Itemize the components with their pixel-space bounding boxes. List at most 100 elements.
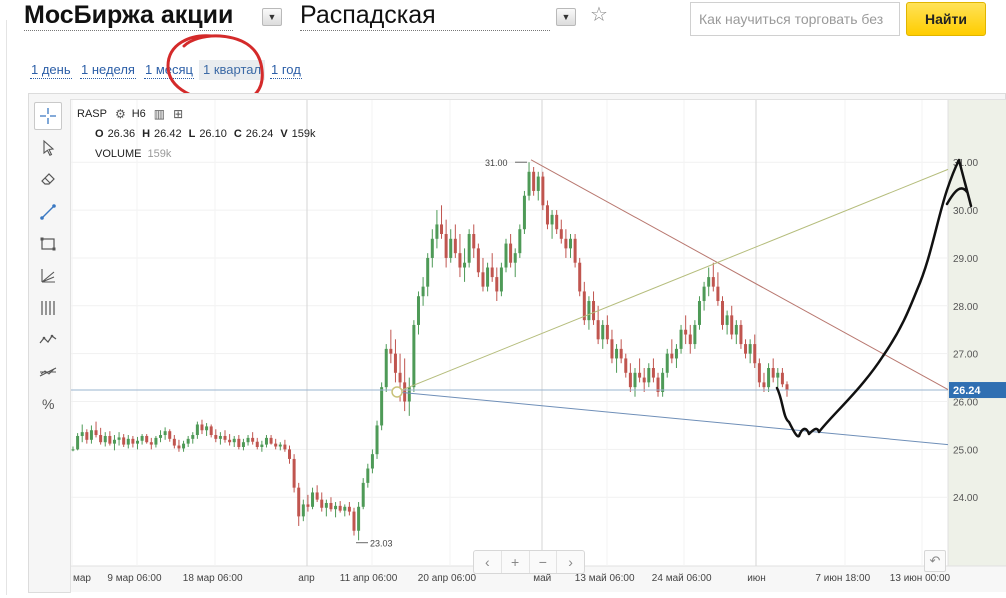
pointer-tool[interactable]: [34, 134, 62, 162]
candle-body: [481, 272, 485, 287]
ticker-label: RASP: [77, 108, 107, 120]
candle-body: [785, 384, 789, 391]
channel-tool[interactable]: [34, 358, 62, 386]
ohlc-volume-key: V: [280, 128, 288, 140]
candle-body: [154, 437, 158, 445]
candle-body: [495, 277, 499, 292]
candle-body: [702, 286, 706, 302]
candle-body: [463, 262, 467, 268]
zoom-in-button[interactable]: +: [502, 551, 530, 573]
candle-body: [195, 424, 199, 436]
candle-body: [260, 444, 264, 447]
zoom-out-button[interactable]: −: [530, 551, 558, 573]
trendline-tool[interactable]: [34, 198, 62, 226]
wave-tool[interactable]: [34, 326, 62, 354]
candle-type-icon[interactable]: ▥: [154, 107, 165, 121]
candle-body: [638, 372, 642, 378]
falling-trendline: [397, 391, 949, 446]
candle-body: [661, 372, 665, 392]
rectangle-tool[interactable]: [34, 230, 62, 258]
wave-icon: [39, 334, 57, 344]
candle-body: [780, 372, 784, 385]
candle-body: [642, 377, 646, 383]
chevron-down-icon: ▼: [561, 12, 571, 22]
candle-body: [205, 426, 209, 431]
candle-body: [269, 437, 273, 444]
candle-body: [182, 443, 186, 449]
crosshair-icon: [40, 108, 56, 124]
trendline-icon: [40, 204, 56, 220]
candle-body: [711, 277, 715, 287]
period-tab-week[interactable]: 1 неделя: [80, 62, 136, 79]
vertical-lines-icon: [41, 301, 55, 315]
chart-plot-area[interactable]: 31.00 30.00 29.00 28.00 27.00 26.00 25.00 24.00…: [70, 99, 1006, 593]
y-tick-label: 27.00: [953, 350, 978, 361]
candle-body: [490, 267, 494, 278]
fib-fan-tool[interactable]: [34, 262, 62, 290]
candle-body: [647, 368, 651, 383]
candle-body: [200, 424, 204, 431]
candle-body: [504, 243, 508, 268]
instrument-dropdown-button[interactable]: ▼: [556, 8, 576, 26]
candle-body: [550, 214, 554, 225]
candle-body: [532, 171, 536, 191]
candle-body: [421, 286, 425, 297]
vertical-lines-tool[interactable]: [34, 294, 62, 322]
candle-body: [670, 353, 674, 359]
candle-body: [771, 368, 775, 378]
candle-body: [251, 437, 255, 442]
crosshair-tool[interactable]: [34, 102, 62, 130]
eraser-tool[interactable]: [34, 164, 62, 192]
gear-icon[interactable]: ⚙: [115, 107, 126, 121]
scroll-left-button[interactable]: ‹: [474, 551, 502, 573]
candle-body: [89, 430, 93, 440]
candle-body: [753, 344, 757, 364]
candle-body: [366, 468, 370, 483]
ohlc-high-key: H: [142, 128, 151, 140]
period-tab-year[interactable]: 1 год: [270, 62, 302, 79]
candle-body: [651, 368, 655, 378]
channel-icon: [39, 367, 57, 377]
candle-body: [430, 238, 434, 258]
candle-body: [458, 253, 462, 268]
ohlc-open-key: O: [95, 128, 104, 140]
candle-body: [559, 229, 563, 239]
instrument-title[interactable]: Распадская: [300, 0, 550, 31]
candle-body: [324, 502, 328, 508]
candle-body: [564, 238, 568, 249]
candle-body: [283, 444, 287, 450]
candle-body: [767, 368, 771, 388]
candle-body: [380, 387, 384, 426]
favorite-star-icon[interactable]: ☆: [590, 4, 608, 26]
period-tab-month[interactable]: 1 месяц: [144, 62, 194, 79]
page-title[interactable]: МосБиржа акции: [24, 0, 234, 31]
add-indicator-icon[interactable]: ⊞: [173, 107, 183, 121]
period-tab-day[interactable]: 1 день: [30, 62, 72, 79]
candle-body: [357, 506, 361, 531]
candle-body: [555, 214, 559, 230]
trendline-anchor-point: [391, 386, 403, 398]
candle-body: [628, 372, 632, 388]
reset-chart-button[interactable]: ↶: [924, 550, 946, 572]
market-dropdown-button[interactable]: ▼: [262, 8, 282, 26]
candle-body: [117, 437, 121, 440]
candle-body: [518, 229, 522, 254]
percent-tool[interactable]: %: [34, 390, 62, 418]
candle-body: [688, 334, 692, 345]
candle-body: [444, 234, 448, 258]
candle-body: [223, 435, 227, 440]
search-button[interactable]: Найти: [906, 2, 986, 36]
price-chart: 31.00 30.00 29.00 28.00 27.00 26.00 25.00 24.00…: [71, 100, 1006, 592]
candle-body: [440, 224, 444, 235]
timeframe-label[interactable]: H6: [132, 108, 146, 120]
ohlc-low-key: L: [188, 128, 196, 140]
candle-body: [246, 437, 250, 443]
period-tab-quarter[interactable]: 1 квартал: [199, 60, 266, 80]
candle-body: [329, 502, 333, 510]
candle-body: [587, 301, 591, 321]
scroll-right-button[interactable]: ›: [557, 551, 584, 573]
search-input[interactable]: [690, 2, 900, 36]
candle-body: [748, 344, 752, 354]
candle-body: [499, 267, 503, 292]
candle-body: [214, 435, 218, 439]
